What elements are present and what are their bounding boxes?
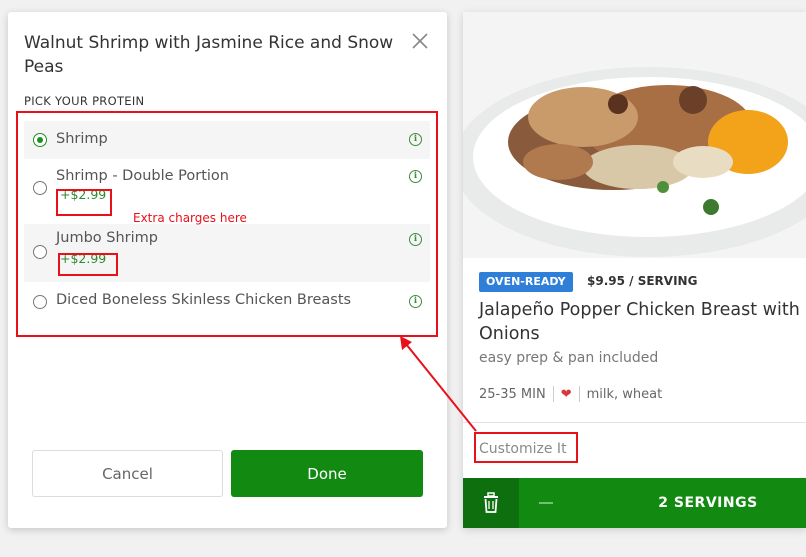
- annotation-arrow: [400, 336, 477, 432]
